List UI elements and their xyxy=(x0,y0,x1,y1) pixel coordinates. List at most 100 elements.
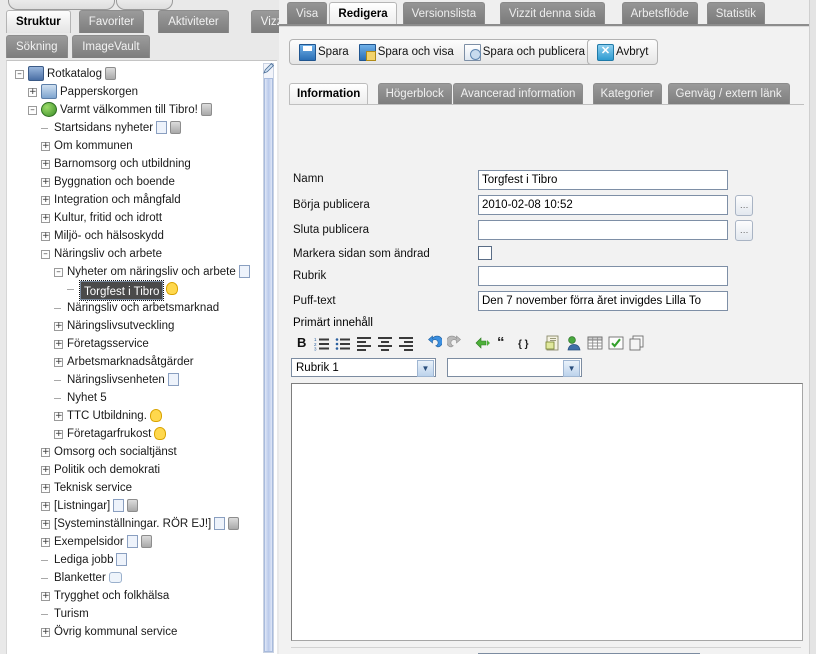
expand-icon[interactable]: + xyxy=(41,177,50,187)
collapse-icon[interactable]: – xyxy=(54,267,63,277)
save-and-publish-button[interactable]: Spara och publicera xyxy=(459,41,590,63)
heading-input[interactable] xyxy=(478,266,728,286)
expand-icon[interactable]: + xyxy=(41,159,50,169)
insert-table-icon[interactable] xyxy=(585,334,604,353)
richtext-content-area[interactable] xyxy=(291,383,803,641)
tree-node[interactable]: – Nyheter om näringsliv och arbete xyxy=(7,263,263,281)
tree-node[interactable]: + Övrig kommunal service xyxy=(7,623,263,641)
undo-icon[interactable] xyxy=(424,334,443,353)
name-input[interactable] xyxy=(478,170,728,190)
start-publish-input[interactable] xyxy=(478,195,728,215)
tree-node[interactable]: Näringsliv och arbetsmarknad xyxy=(7,299,263,317)
collapse-icon[interactable]: – xyxy=(15,69,24,79)
paste-icon[interactable] xyxy=(627,334,646,353)
tree-node[interactable]: Lediga jobb xyxy=(7,551,263,569)
insert-image-icon[interactable] xyxy=(564,334,583,353)
tree-node[interactable]: Torgfest i Tibro xyxy=(7,280,263,301)
left-tab-s-kning[interactable]: Sökning xyxy=(6,35,68,58)
save-and-view-button[interactable]: Spara och visa xyxy=(354,41,459,63)
tree-node[interactable]: – Näringsliv och arbete xyxy=(7,245,263,263)
tree-node[interactable]: + Teknisk service xyxy=(7,479,263,497)
start-publish-picker-button[interactable]: … xyxy=(735,195,754,216)
secondary-style-select[interactable]: ▼ xyxy=(447,358,583,377)
tree-node[interactable]: – Varmt välkommen till Tibro! xyxy=(7,101,263,119)
tree-node[interactable]: + Barnomsorg och utbildning xyxy=(7,155,263,173)
align-left-icon[interactable] xyxy=(354,334,373,353)
tree-node[interactable]: Blanketter xyxy=(7,569,263,587)
tree-node[interactable]: + TTC Utbildning. xyxy=(7,407,263,425)
subtab-information[interactable]: Information xyxy=(289,83,369,104)
edit-pencil-icon[interactable] xyxy=(262,62,275,75)
tab-redigera[interactable]: Redigera xyxy=(329,2,397,26)
collapse-icon[interactable]: – xyxy=(41,249,50,259)
expand-icon[interactable]: + xyxy=(41,231,50,241)
end-publish-input[interactable] xyxy=(478,220,728,240)
end-publish-picker-button[interactable]: … xyxy=(735,220,754,241)
insert-page-icon[interactable] xyxy=(543,334,562,353)
mark-changed-checkbox[interactable] xyxy=(478,246,492,260)
paragraph-style-select[interactable]: Rubrik 1 ▼ xyxy=(291,358,436,377)
tree-node[interactable]: Näringslivsenheten xyxy=(7,371,263,389)
quote-icon[interactable]: “ xyxy=(494,334,513,353)
tree-node[interactable]: + Företagsservice xyxy=(7,335,263,353)
top-button-1[interactable] xyxy=(8,0,115,10)
expand-icon[interactable]: + xyxy=(41,501,50,511)
subtab-avancerad-information[interactable]: Avancerad information xyxy=(452,83,584,104)
redo-icon[interactable] xyxy=(445,334,464,353)
tree-node[interactable]: + [Listningar] xyxy=(7,497,263,515)
spellcheck-icon[interactable] xyxy=(606,334,625,353)
tree-node[interactable]: + Trygghet och folkhälsa xyxy=(7,587,263,605)
puff-text-input[interactable] xyxy=(478,291,728,311)
insert-link-icon[interactable] xyxy=(473,334,492,353)
unordered-list-icon[interactable] xyxy=(333,334,352,353)
expand-icon[interactable]: + xyxy=(54,339,63,349)
tree-node[interactable]: + Företagarfrukost xyxy=(7,425,263,443)
tree-node[interactable]: + Kultur, fritid och idrott xyxy=(7,209,263,227)
tree-node[interactable]: + Arbetsmarknadsåtgärder xyxy=(7,353,263,371)
expand-icon[interactable]: + xyxy=(41,591,50,601)
expand-icon[interactable]: + xyxy=(41,483,50,493)
tab-statistik[interactable]: Statistik xyxy=(706,2,765,24)
align-right-icon[interactable] xyxy=(396,334,415,353)
top-button-2[interactable] xyxy=(116,0,173,10)
expand-icon[interactable]: + xyxy=(54,429,63,439)
subtab-kategorier[interactable]: Kategorier xyxy=(592,83,662,104)
left-tab-favoriter[interactable]: Favoriter xyxy=(78,10,145,33)
expand-icon[interactable]: + xyxy=(41,213,50,223)
tree-node[interactable]: + Näringslivsutveckling xyxy=(7,317,263,335)
source-code-icon[interactable]: { } xyxy=(515,334,534,353)
tab-vizzit-denna-sida[interactable]: Vizzit denna sida xyxy=(499,2,605,24)
tree-scrollbar[interactable] xyxy=(263,63,274,653)
left-tab-struktur[interactable]: Struktur xyxy=(6,10,71,33)
tree-node[interactable]: + Byggnation och boende xyxy=(7,173,263,191)
cancel-button[interactable]: ✕ Avbryt xyxy=(592,41,653,63)
tree-node[interactable]: + Integration och mångfald xyxy=(7,191,263,209)
tree-node[interactable]: Startsidans nyheter xyxy=(7,119,263,137)
expand-icon[interactable]: + xyxy=(54,411,63,421)
left-tab-aktiviteter[interactable]: Aktiviteter xyxy=(158,10,229,33)
tree-node[interactable]: + Om kommunen xyxy=(7,137,263,155)
expand-icon[interactable]: + xyxy=(41,537,50,547)
expand-icon[interactable]: + xyxy=(41,447,50,457)
expand-icon[interactable]: + xyxy=(54,357,63,367)
tab-versionslista[interactable]: Versionslista xyxy=(402,2,486,24)
page-tree-container[interactable]: – Rotkatalog + Papperskorgen – Varmt välkomme… xyxy=(6,60,277,654)
expand-icon[interactable]: + xyxy=(41,519,50,529)
tree-node[interactable]: + Politik och demokrati xyxy=(7,461,263,479)
tree-node[interactable]: + Omsorg och socialtjänst xyxy=(7,443,263,461)
tree-scrollbar-thumb[interactable] xyxy=(264,78,273,652)
subtab-högerblock[interactable]: Högerblock xyxy=(377,83,452,104)
expand-icon[interactable]: + xyxy=(54,321,63,331)
collapse-icon[interactable]: – xyxy=(28,105,37,115)
expand-icon[interactable]: + xyxy=(28,87,37,97)
expand-icon[interactable]: + xyxy=(41,465,50,475)
ordered-list-icon[interactable]: 123 xyxy=(312,334,331,353)
save-button[interactable]: Spara xyxy=(294,41,354,63)
subtab-genväg-extern-länk[interactable]: Genväg / extern länk xyxy=(667,83,790,104)
expand-icon[interactable]: + xyxy=(41,141,50,151)
tree-node[interactable]: + Miljö- och hälsoskydd xyxy=(7,227,263,245)
tree-node[interactable]: – Rotkatalog xyxy=(7,65,263,83)
expand-icon[interactable]: + xyxy=(41,195,50,205)
bold-icon[interactable]: B xyxy=(291,334,310,353)
tab-visa[interactable]: Visa xyxy=(287,2,328,24)
